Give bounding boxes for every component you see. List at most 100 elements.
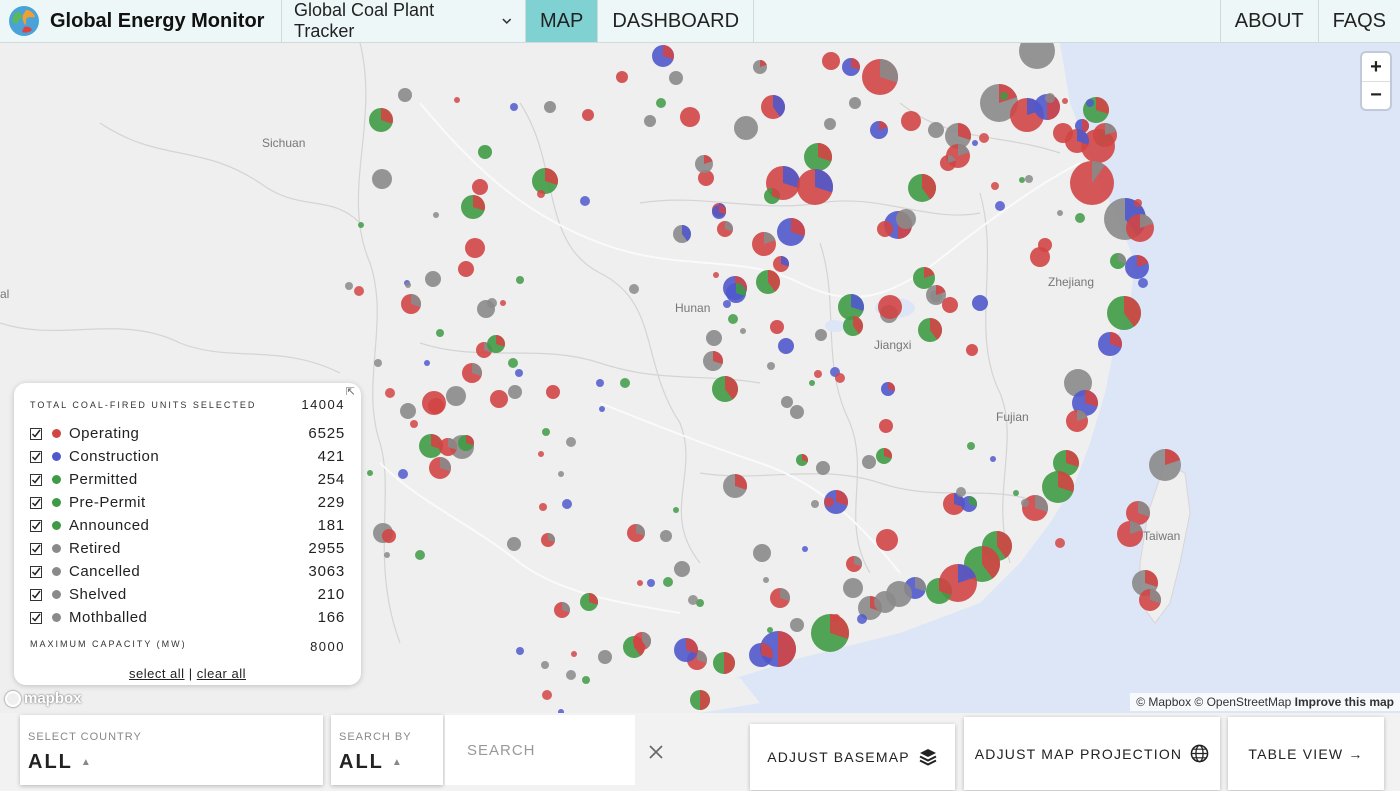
plant-marker[interactable] [778,338,794,354]
plant-marker-circle[interactable] [398,88,412,102]
plant-marker[interactable] [815,329,827,341]
plant-marker-small[interactable] [728,314,738,324]
plant-marker-circle[interactable] [598,650,612,664]
plant-marker[interactable] [811,614,849,652]
plant-marker[interactable] [465,238,485,258]
plant-marker-circle[interactable] [790,405,804,419]
plant-marker[interactable] [753,60,767,74]
plant-marker-small[interactable] [656,98,666,108]
tab-dashboard[interactable]: DASHBOARD [598,0,755,42]
plant-marker[interactable] [1093,123,1117,147]
plant-marker-small[interactable] [566,670,576,680]
plant-marker[interactable] [633,632,651,650]
plant-marker-circle[interactable] [582,109,594,121]
table-view-button[interactable]: TABLE VIEW → [1228,717,1384,790]
plant-marker-small[interactable] [358,222,364,228]
zoom-out-button[interactable]: − [1362,81,1390,109]
plant-marker[interactable] [372,169,392,189]
plant-marker[interactable] [877,221,893,237]
plant-marker[interactable] [843,316,863,336]
plant-marker[interactable] [532,168,558,194]
plant-marker[interactable] [824,118,836,130]
plant-marker[interactable] [472,179,488,195]
plant-marker-small[interactable] [1138,278,1148,288]
brand[interactable]: Global Energy Monitor [0,0,282,42]
plant-marker-small[interactable] [415,550,425,560]
plant-marker-circle[interactable] [674,561,690,577]
plant-marker[interactable] [918,318,942,342]
search-input[interactable] [445,715,635,785]
plant-marker-circle[interactable] [546,385,560,399]
plant-marker[interactable] [616,71,628,83]
plant-marker-small[interactable] [767,627,773,633]
plant-marker-small[interactable] [487,298,497,308]
plant-marker-circle[interactable] [372,169,392,189]
select-country-dropdown[interactable]: SELECT COUNTRY ALL ▲ [20,715,323,785]
plant-marker-small[interactable] [1025,175,1033,183]
plant-marker-small[interactable] [562,499,572,509]
plant-marker-small[interactable] [835,373,845,383]
plant-marker[interactable] [1042,471,1074,503]
plant-marker[interactable] [400,403,416,419]
plant-marker[interactable] [690,690,710,710]
plant-marker[interactable] [1117,521,1143,547]
plant-marker-small[interactable] [566,437,576,447]
plant-marker[interactable] [398,88,412,102]
plant-marker-circle[interactable] [382,529,396,543]
plant-marker[interactable] [582,109,594,121]
plant-marker-circle[interactable] [942,297,958,313]
legend-item-cancelled[interactable]: Cancelled 3063 [30,560,345,583]
plant-marker-small[interactable] [596,379,604,387]
plant-marker[interactable] [926,578,952,604]
plant-marker-circle[interactable] [1019,43,1055,69]
plant-marker[interactable] [369,108,393,132]
plant-marker[interactable] [487,335,506,353]
plant-marker-small[interactable] [673,507,679,513]
legend-item-announced[interactable]: Announced 181 [30,514,345,537]
plant-marker-small[interactable] [542,690,552,700]
plant-marker-small[interactable] [345,282,353,290]
plant-marker-small[interactable] [515,369,523,377]
plant-marker-small[interactable] [802,546,808,552]
plant-marker[interactable] [838,294,864,320]
plant-marker-circle[interactable] [490,390,508,408]
plant-marker[interactable] [874,591,896,613]
plant-marker-circle[interactable] [790,618,804,632]
plant-marker-small[interactable] [410,420,418,428]
plant-marker-circle[interactable] [472,179,488,195]
plant-marker[interactable] [870,121,888,139]
tab-map[interactable]: MAP [526,0,599,42]
plant-marker[interactable] [580,593,598,611]
checkbox-checked-icon[interactable] [30,542,42,555]
plant-marker[interactable] [862,455,876,469]
plant-marker[interactable] [781,396,793,408]
plant-marker[interactable] [734,116,758,140]
plant-marker[interactable] [1125,254,1149,279]
plant-marker-circle[interactable] [428,398,444,414]
plant-marker[interactable] [490,390,508,408]
plant-marker[interactable] [928,122,944,138]
close-icon[interactable] [645,741,667,763]
plant-marker[interactable] [1030,247,1050,267]
plant-marker[interactable] [461,195,485,219]
plant-marker[interactable] [1065,129,1089,153]
plant-marker[interactable] [1098,332,1122,356]
plant-marker-small[interactable] [811,500,819,508]
checkbox-checked-icon[interactable] [30,611,42,624]
plant-marker[interactable] [703,351,723,371]
plant-marker-small[interactable] [1019,177,1025,183]
plant-marker-circle[interactable] [478,145,492,159]
plant-marker-circle[interactable] [843,578,863,598]
plant-marker[interactable] [712,376,739,402]
plant-marker[interactable] [777,218,805,246]
plant-marker[interactable] [401,294,421,314]
plant-marker[interactable] [1066,410,1088,432]
plant-marker-small[interactable] [580,196,590,206]
plant-marker-small[interactable] [1045,93,1055,103]
plant-marker-small[interactable] [990,456,996,462]
plant-marker-circle[interactable] [507,537,521,551]
plant-marker[interactable] [876,448,892,464]
plant-marker[interactable] [706,330,722,346]
plant-marker-circle[interactable] [879,419,893,433]
legend-item-permitted[interactable]: Permitted 254 [30,468,345,491]
